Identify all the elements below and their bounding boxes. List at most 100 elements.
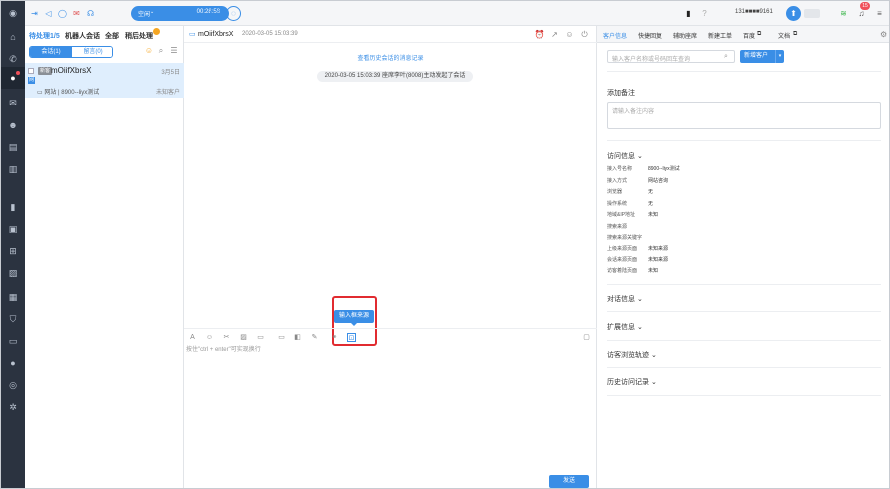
brand-icon: ▮ [686, 9, 691, 18]
tab-baidu[interactable]: 百度 [743, 31, 755, 40]
visit-value: 8900--liyx测试 [648, 166, 680, 172]
search-icon[interactable]: ⌕ [724, 53, 728, 61]
chevron-down-icon[interactable]: ▾ [775, 50, 784, 63]
calendar-icon[interactable]: ▦ [7, 291, 19, 303]
menu-icon[interactable]: ≡ [874, 8, 885, 19]
screen-icon[interactable]: ▭ [277, 333, 286, 342]
account-number[interactable]: 131■■■■9161 [735, 9, 773, 15]
book-icon[interactable]: ▥ [7, 163, 19, 175]
tab-new-ticket[interactable]: 新建工单 [708, 31, 732, 40]
gear-icon[interactable]: ⚙ [880, 30, 887, 39]
external-link-icon[interactable]: ⧉ [757, 31, 761, 38]
editor-toolbar: A ☺ ✂ ▨ ▭ ▭ ◧ ✎ ⚭ ⊡ ▢ [184, 328, 597, 342]
compass-icon[interactable]: ◎ [7, 379, 19, 391]
segment-message[interactable]: 留言(0) [72, 47, 112, 57]
section-header[interactable]: 访客浏览轨迹 ⌄ [607, 350, 657, 360]
section-header[interactable]: 对话信息 ⌄ [607, 294, 643, 304]
section-title: 历史访问记录 [607, 379, 649, 386]
call-button[interactable]: ✆ [210, 6, 225, 21]
customer-status: 未知客户 [155, 90, 180, 96]
home-icon[interactable]: ⌂ [7, 31, 19, 43]
share-icon[interactable]: ↗ [549, 29, 560, 40]
note-input[interactable]: 请输入备注内容 [607, 102, 881, 129]
image-icon[interactable]: ▨ [239, 333, 248, 342]
exit-icon[interactable]: ⇥ [29, 8, 40, 19]
bar-chart-icon[interactable]: ▮ [7, 201, 19, 213]
pen-icon[interactable]: ✎ [310, 333, 319, 342]
tab-all[interactable]: 全部 [105, 31, 119, 41]
conversation-source: ▭ 网站 | 8900--liyx测试 [37, 90, 100, 96]
segment-switch: 会话(1) 留言(0) [29, 46, 113, 58]
link-icon[interactable]: ⚭ [330, 333, 339, 342]
sort-icon[interactable]: ☰ [169, 46, 179, 56]
message-box-icon[interactable]: ▨ [7, 267, 19, 279]
note-title: 添加备注 [607, 90, 635, 97]
card-icon[interactable]: ▭ [7, 335, 19, 347]
alarm-clock-icon[interactable]: ⏰ [534, 29, 545, 40]
source-icon[interactable]: ⊡ [347, 333, 356, 342]
segment-session[interactable]: 会话(1) [30, 47, 72, 57]
emoji-icon[interactable]: ☺ [205, 333, 214, 342]
chat-nav-icon[interactable]: ● [1, 67, 25, 89]
right-tabs: 客户信息 快捷回复 辅助座席 新建工单 百度 ⧉ 文档 ⧉ ⚙ [597, 26, 889, 43]
settings-icon[interactable]: ✲ [7, 401, 19, 413]
tab-docs[interactable]: 文档 [778, 31, 790, 40]
tab-quick-reply[interactable]: 快捷回复 [638, 31, 662, 40]
select-checkbox[interactable] [28, 68, 34, 74]
webchat-button[interactable]: ◌ [226, 6, 241, 21]
lock-icon[interactable]: ▢ [582, 333, 591, 342]
user-transfer-icon[interactable]: ☺ [564, 29, 575, 40]
mail-off-icon[interactable]: ✉ [71, 8, 82, 19]
add-customer-button[interactable]: 新增客户 ▾ [740, 50, 784, 63]
folder-icon[interactable]: ▭ [256, 333, 265, 342]
send-button[interactable]: 发送 [549, 475, 589, 488]
divider [607, 340, 881, 341]
search-icon[interactable]: ⌕ [156, 46, 166, 56]
picture-icon[interactable]: ◧ [293, 333, 302, 342]
shield-icon[interactable]: ⛉ [7, 313, 19, 325]
tab-pending[interactable]: 待处理1/5 [29, 31, 60, 41]
monitor-icon: ▭ [189, 31, 196, 38]
tab-customer-info[interactable]: 客户信息 [603, 31, 627, 40]
agent-icon[interactable]: ☊ [85, 8, 96, 19]
customer-search-input[interactable]: 输入客户名称或号码回车查询 [607, 50, 735, 63]
emoji-icon[interactable]: ☺ [144, 46, 154, 56]
visit-key: 搜索来源 [607, 224, 628, 230]
mail-icon[interactable]: ✉ [7, 97, 19, 109]
font-icon[interactable]: A [188, 333, 197, 342]
help-icon[interactable]: ? [699, 8, 710, 19]
tab-later[interactable]: 稍后处理 [125, 31, 153, 41]
power-icon[interactable]: ⏻ [579, 29, 590, 40]
history-link[interactable]: 查看历史会话的消息记录 [184, 53, 597, 62]
message-input[interactable]: 按住"ctrl + enter"可实现换行 [186, 344, 261, 353]
chevron-down-icon: ⌄ [150, 9, 155, 15]
list-item[interactable]: 新客 网 mOiifXbrsX 3月5日 ▭ 网站 | 8900--liyx测试… [25, 63, 184, 98]
add-customer-label: 新增客户 [744, 53, 769, 59]
scissors-icon[interactable]: ✂ [222, 333, 231, 342]
wifi-icon: ≋ [840, 9, 847, 18]
notification-badge: 15 [860, 2, 870, 10]
visit-value: 无 [648, 189, 654, 195]
add-box-icon[interactable]: ⊞ [7, 245, 19, 257]
visit-info-header[interactable]: 访问信息 ⌄ [607, 151, 643, 161]
divider [607, 140, 881, 141]
chat-icon[interactable]: ◯ [57, 8, 68, 19]
bubble-icon[interactable]: ● [7, 357, 19, 369]
divider [607, 395, 881, 396]
arrow-left-icon[interactable]: ◁ [43, 8, 54, 19]
visit-key: 浏览器 [607, 189, 623, 195]
section-header[interactable]: 扩展信息 ⌄ [607, 322, 643, 332]
divider [607, 311, 881, 312]
phone-icon[interactable]: ✆ [7, 53, 19, 65]
user-icon[interactable]: ☻ [7, 119, 19, 131]
visit-value: 无 [648, 201, 654, 207]
section-header[interactable]: 历史访问记录 ⌄ [607, 377, 657, 387]
clipboard-icon[interactable]: ▤ [7, 141, 19, 153]
tab-robot[interactable]: 机器人会话 [65, 31, 100, 41]
external-link-icon[interactable]: ⧉ [793, 31, 797, 38]
system-message: 2020-03-05 15:03:39 座席李叶(8008)主动发起了会话 [317, 71, 473, 82]
avatar[interactable]: ⬆ [786, 6, 801, 21]
visit-key: 接入号名称 [607, 166, 633, 172]
monitor-icon[interactable]: ▣ [7, 223, 19, 235]
tab-assist-agent[interactable]: 辅助座席 [673, 31, 697, 40]
